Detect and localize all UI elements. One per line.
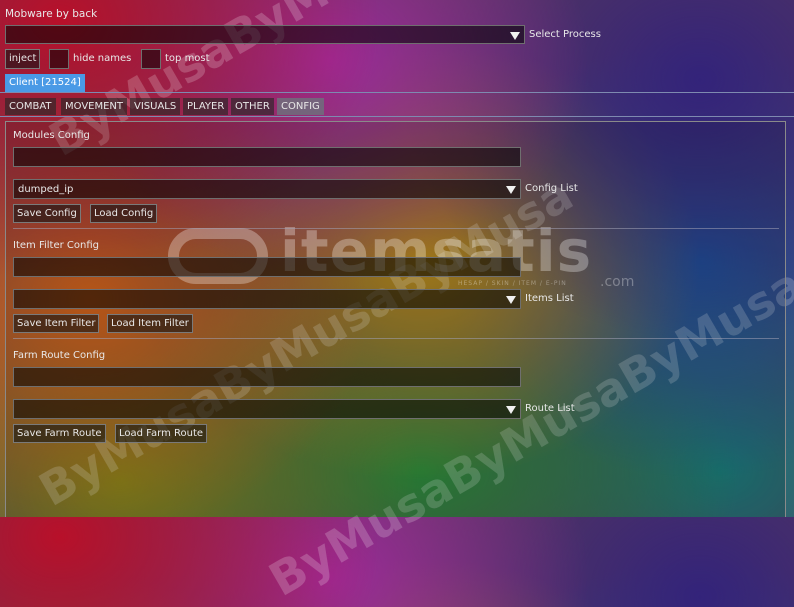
item-filter-header: Item Filter Config <box>13 240 99 251</box>
items-list-select[interactable] <box>13 289 521 309</box>
load-farm-route-button[interactable]: Load Farm Route <box>115 424 208 443</box>
process-select[interactable] <box>5 25 525 44</box>
route-list-label: Route List <box>525 403 575 414</box>
logo-suffix: .com <box>600 274 635 290</box>
tab-config[interactable]: CONFIG <box>277 98 324 115</box>
top-most-label: top most <box>165 53 210 64</box>
save-config-button[interactable]: Save Config <box>13 204 81 223</box>
route-list-select[interactable] <box>13 399 521 419</box>
save-farm-route-button[interactable]: Save Farm Route <box>13 424 106 443</box>
farm-route-name-input[interactable] <box>13 367 521 387</box>
logo-tagline: HESAP / SKIN / ITEM / E-PIN <box>458 280 567 287</box>
modules-config-header: Modules Config <box>13 130 90 141</box>
inject-button[interactable]: inject <box>5 49 41 69</box>
window-title: Mobware by back <box>5 8 98 20</box>
load-config-button[interactable]: Load Config <box>90 204 158 223</box>
chevron-down-icon <box>506 296 516 304</box>
section-divider <box>13 338 779 339</box>
chevron-down-icon <box>506 186 516 194</box>
item-filter-name-input[interactable] <box>13 257 521 277</box>
tab-player[interactable]: PLAYER <box>183 98 229 115</box>
tab-client[interactable]: Client [21524] <box>5 74 85 92</box>
chevron-down-icon <box>510 32 520 40</box>
hide-names-label: hide names <box>73 53 132 64</box>
farm-route-header: Farm Route Config <box>13 350 106 361</box>
tab-movement[interactable]: MOVEMENT <box>61 98 128 115</box>
config-list-value: dumped_ip <box>18 184 74 195</box>
tab-other[interactable]: OTHER <box>231 98 274 115</box>
modules-config-name-input[interactable] <box>13 147 521 167</box>
section-divider <box>13 228 779 229</box>
tab-visuals[interactable]: VISUALS <box>130 98 181 115</box>
separator <box>0 116 794 117</box>
items-list-label: Items List <box>525 293 574 304</box>
hide-names-checkbox[interactable] <box>49 49 69 69</box>
chevron-down-icon <box>506 406 516 414</box>
config-list-label: Config List <box>525 183 578 194</box>
process-select-label: Select Process <box>529 29 601 40</box>
top-most-checkbox[interactable] <box>141 49 161 69</box>
config-list-select[interactable]: dumped_ip <box>13 179 521 199</box>
tab-combat[interactable]: COMBAT <box>5 98 56 115</box>
load-item-filter-button[interactable]: Load Item Filter <box>107 314 193 333</box>
save-item-filter-button[interactable]: Save Item Filter <box>13 314 100 333</box>
separator <box>0 92 794 93</box>
